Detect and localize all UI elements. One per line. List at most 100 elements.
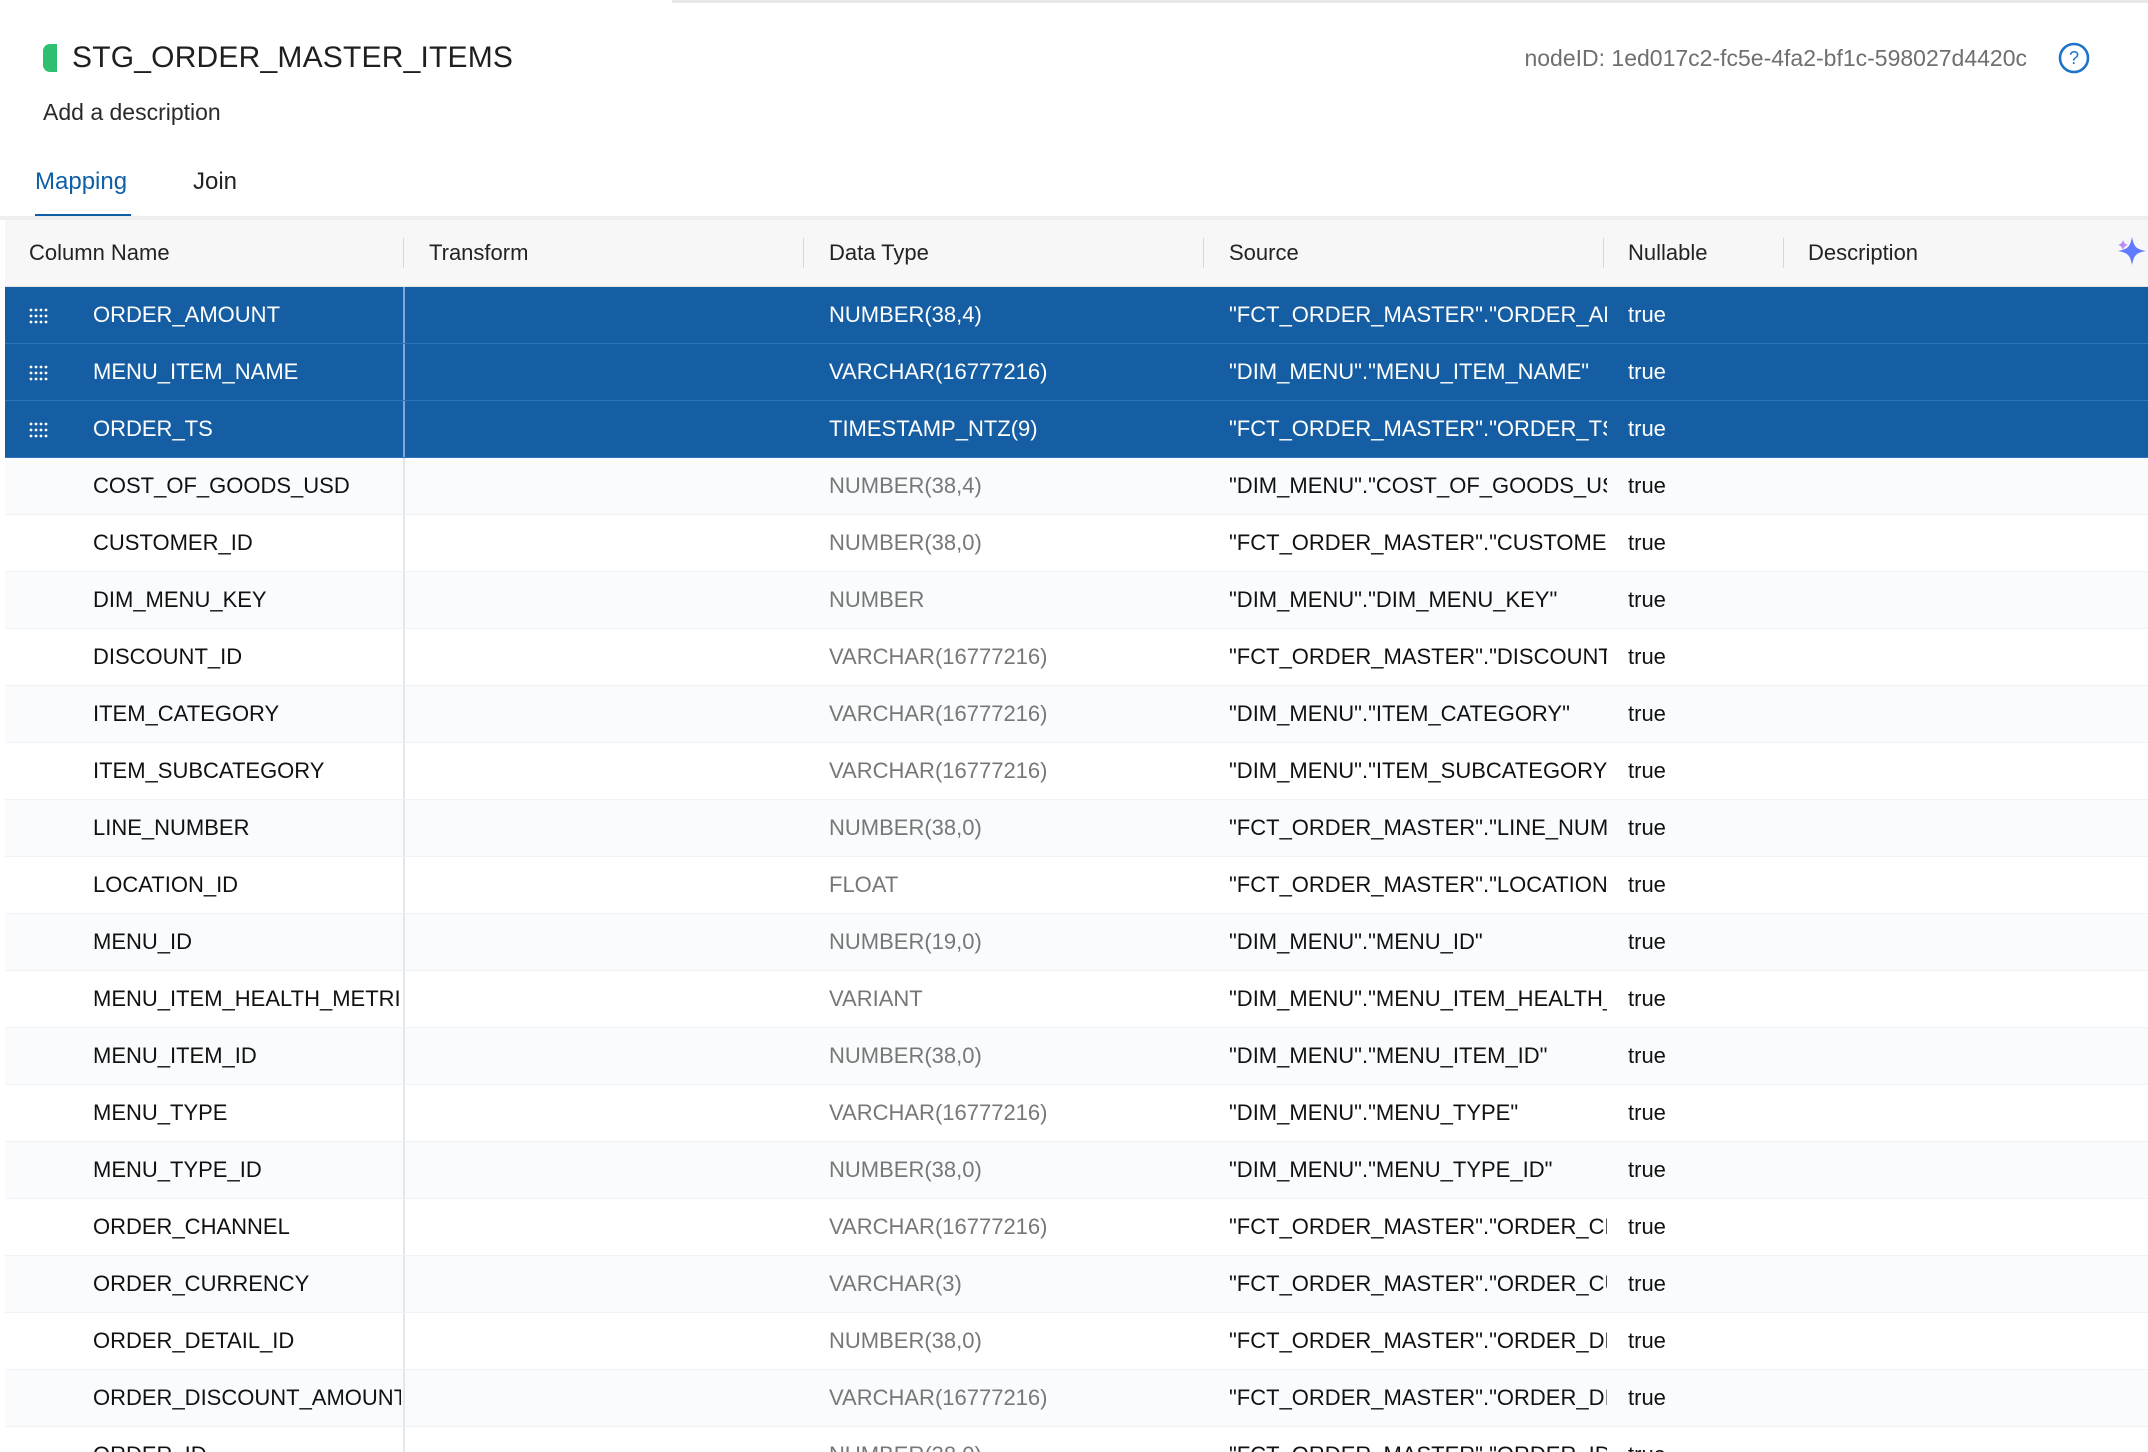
column-header-nullable[interactable]: Nullable — [1628, 220, 1708, 286]
column-divider[interactable] — [803, 238, 804, 268]
nullable-cell: true — [1628, 758, 1666, 783]
table-row[interactable]: MENU_ITEM_NAME VARCHAR(16777216) "DIM_MENU… — [5, 344, 2148, 401]
column-divider — [403, 458, 405, 514]
description-cell — [1808, 629, 2128, 685]
data-type-cell: NUMBER(38,4) — [829, 473, 982, 498]
source-cell: "FCT_ORDER_MASTER"."ORDER_DETA — [1229, 1328, 1607, 1353]
nullable-cell: true — [1628, 986, 1666, 1011]
column-name-cell: MENU_ITEM_HEALTH_METRICS — [93, 986, 401, 1011]
source-cell: "DIM_MENU"."MENU_ITEM_HEALTH_M — [1229, 986, 1607, 1011]
data-type-cell: NUMBER(38,0) — [829, 1043, 982, 1068]
table-row[interactable]: CUSTOMER_ID NUMBER(38,0) "FCT_ORDER_MASTER… — [5, 515, 2148, 572]
description-cell — [1808, 1199, 2128, 1255]
table-row[interactable]: DISCOUNT_ID VARCHAR(16777216) "FCT_ORDER_M… — [5, 629, 2148, 686]
transform-cell — [406, 743, 793, 799]
transform-cell — [406, 1256, 793, 1312]
table-row[interactable]: ORDER_TS TIMESTAMP_NTZ(9) "FCT_ORDER_MASTE… — [5, 401, 2148, 458]
table-row[interactable]: ITEM_SUBCATEGORY VARCHAR(16777216) "DIM_ME… — [5, 743, 2148, 800]
transform-cell — [406, 686, 793, 742]
source-cell: "DIM_MENU"."MENU_ITEM_NAME" — [1229, 359, 1590, 384]
table-row[interactable]: COST_OF_GOODS_USD NUMBER(38,4) "DIM_MENU".… — [5, 458, 2148, 515]
table-row[interactable]: ORDER_ID NUMBER(38,0) "FCT_ORDER_MASTER"."… — [5, 1427, 2148, 1452]
column-name-cell: MENU_TYPE — [93, 1100, 228, 1125]
data-type-cell: VARCHAR(16777216) — [829, 644, 1048, 669]
table-row[interactable]: ORDER_DISCOUNT_AMOUNT VARCHAR(16777216) "F… — [5, 1370, 2148, 1427]
column-header-column-name[interactable]: Column Name — [29, 220, 170, 286]
drag-handle-icon[interactable] — [28, 307, 50, 325]
source-cell: "DIM_MENU"."MENU_ITEM_ID" — [1229, 1043, 1548, 1068]
source-cell: "DIM_MENU"."ITEM_SUBCATEGORY" — [1229, 758, 1607, 783]
transform-cell — [406, 629, 793, 685]
data-type-cell: NUMBER(38,0) — [829, 1427, 1203, 1452]
column-divider[interactable] — [1783, 238, 1784, 268]
drag-handle-icon[interactable] — [28, 364, 50, 382]
transform-cell — [406, 1427, 793, 1452]
column-name-cell: ITEM_CATEGORY — [93, 701, 280, 726]
source-cell: "DIM_MENU"."MENU_TYPE_ID" — [1229, 1157, 1553, 1182]
source-cell: "FCT_ORDER_MASTER"."DISCOUNT_ID — [1229, 644, 1607, 669]
add-description-link[interactable]: Add a description — [43, 98, 221, 126]
nullable-cell: true — [1628, 416, 1666, 441]
transform-cell — [406, 1028, 793, 1084]
nullable-cell: true — [1628, 701, 1666, 726]
table-row[interactable]: MENU_ITEM_ID NUMBER(38,0) "DIM_MENU"."MENU… — [5, 1028, 2148, 1085]
column-header-source[interactable]: Source — [1229, 220, 1299, 286]
column-header-data-type[interactable]: Data Type — [829, 220, 929, 286]
table-row[interactable]: MENU_ID NUMBER(19,0) "DIM_MENU"."MENU_ID" t… — [5, 914, 2148, 971]
description-cell — [1808, 287, 2128, 343]
table-row[interactable]: ORDER_DETAIL_ID NUMBER(38,0) "FCT_ORDER_MA… — [5, 1313, 2148, 1370]
source-cell: "FCT_ORDER_MASTER"."ORDER_AMOU — [1229, 302, 1607, 327]
nullable-cell: true — [1628, 872, 1666, 897]
column-header-description[interactable]: Description — [1808, 220, 1918, 286]
table-row[interactable]: LINE_NUMBER NUMBER(38,0) "FCT_ORDER_MASTER… — [5, 800, 2148, 857]
description-cell — [1808, 1142, 2128, 1198]
transform-cell — [406, 1142, 793, 1198]
table-row[interactable]: DIM_MENU_KEY NUMBER "DIM_MENU"."DIM_MENU_K… — [5, 572, 2148, 629]
description-cell — [1808, 572, 2128, 628]
nullable-cell: true — [1628, 1157, 1666, 1182]
description-cell — [1808, 401, 2128, 457]
column-divider[interactable] — [403, 238, 404, 268]
tab-mapping[interactable]: Mapping — [35, 162, 131, 218]
column-divider — [403, 1028, 405, 1084]
svg-text:?: ? — [2069, 48, 2079, 68]
column-divider — [403, 1142, 405, 1198]
source-cell: "DIM_MENU"."DIM_MENU_KEY" — [1229, 587, 1558, 612]
column-divider — [403, 515, 405, 571]
data-type-cell: VARCHAR(16777216) — [829, 1214, 1048, 1239]
column-divider — [403, 572, 405, 628]
tab-join[interactable]: Join — [193, 162, 253, 218]
data-type-cell: VARCHAR(16777216) — [829, 1100, 1048, 1125]
table-row[interactable]: ORDER_AMOUNT NUMBER(38,4) "FCT_ORDER_MASTE… — [5, 287, 2148, 344]
table-row[interactable]: MENU_TYPE_ID NUMBER(38,0) "DIM_MENU"."MENU… — [5, 1142, 2148, 1199]
description-cell — [1808, 1427, 2128, 1452]
help-circle-icon[interactable]: ? — [2057, 41, 2091, 75]
node-editor-page: STG_ORDER_MASTER_ITEMS Add a description… — [0, 0, 2148, 1452]
table-row[interactable]: MENU_TYPE VARCHAR(16777216) "DIM_MENU"."ME… — [5, 1085, 2148, 1142]
sparkle-icon[interactable] — [2115, 234, 2148, 268]
mapping-grid: Column Name Transform Data Type Source N… — [5, 220, 2148, 1452]
source-cell: "FCT_ORDER_MASTER"."ORDER_TS" — [1229, 416, 1607, 441]
table-row[interactable]: MENU_ITEM_HEALTH_METRICS VARIANT "DIM_MENU… — [5, 971, 2148, 1028]
nullable-cell: true — [1628, 815, 1666, 840]
column-divider[interactable] — [1203, 238, 1204, 268]
transform-cell — [406, 344, 793, 400]
node-title[interactable]: STG_ORDER_MASTER_ITEMS — [72, 40, 513, 76]
table-row[interactable]: ORDER_CHANNEL VARCHAR(16777216) "FCT_ORDER… — [5, 1199, 2148, 1256]
table-row[interactable]: ORDER_CURRENCY VARCHAR(3) "FCT_ORDER_MASTE… — [5, 1256, 2148, 1313]
column-header-transform[interactable]: Transform — [429, 220, 528, 286]
table-row[interactable]: LOCATION_ID FLOAT "FCT_ORDER_MASTER"."LOCA… — [5, 857, 2148, 914]
drag-handle-icon[interactable] — [28, 421, 50, 439]
data-type-cell: NUMBER(38,0) — [829, 1157, 982, 1182]
description-cell — [1808, 914, 2128, 970]
nullable-cell: true — [1628, 359, 1666, 384]
table-row[interactable]: ITEM_CATEGORY VARCHAR(16777216) "DIM_MENU"… — [5, 686, 2148, 743]
column-divider[interactable] — [1603, 238, 1604, 268]
column-divider — [403, 1199, 405, 1255]
transform-cell — [406, 1199, 793, 1255]
description-cell — [1808, 1313, 2128, 1369]
data-type-cell: NUMBER(38,0) — [829, 1328, 982, 1353]
data-type-cell: VARIANT — [829, 986, 923, 1011]
column-divider — [403, 1427, 405, 1452]
source-cell: "FCT_ORDER_MASTER"."ORDER_ID" — [1229, 1427, 1607, 1452]
